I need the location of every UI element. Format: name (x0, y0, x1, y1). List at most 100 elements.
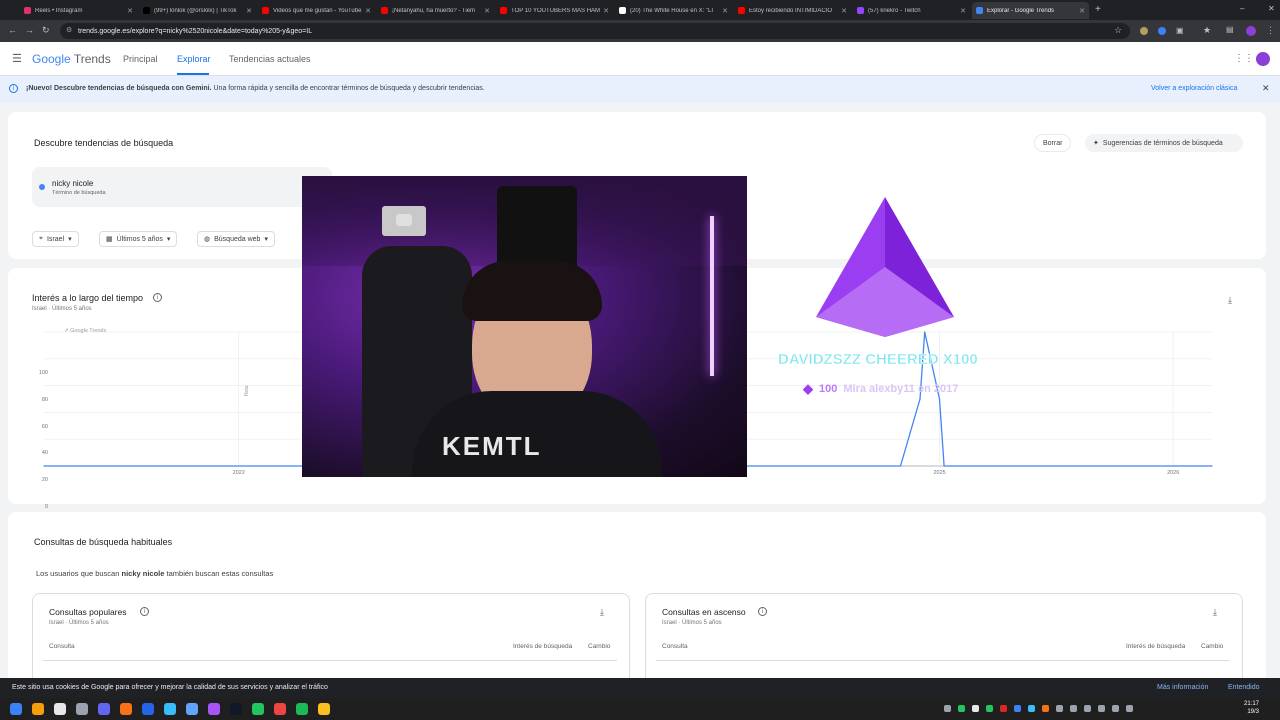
browser-tab[interactable]: (20) The White House en X: "LI ✕ (615, 2, 732, 19)
profile-avatar[interactable] (1246, 26, 1256, 36)
minimize-icon[interactable]: – (1240, 4, 1244, 13)
download-icon[interactable]: ⤓ (600, 607, 604, 618)
chart-note[interactable]: Nota (244, 385, 250, 396)
browser-tab[interactable]: Videos que me gustan - YouTube ✕ (258, 2, 375, 19)
bookmarks-icon[interactable]: ★ (1203, 25, 1211, 36)
taskbar-app-icon[interactable] (318, 703, 330, 715)
popular-queries-card: Consultas populares i Israel · Últimos 5… (32, 593, 630, 678)
tab-close-icon[interactable]: ✕ (603, 7, 609, 15)
site-info-icon[interactable]: ⚙ (66, 26, 72, 34)
more-info-link[interactable]: Más información (1157, 684, 1208, 691)
browser-tab[interactable]: ¡Netanyahu, ha muerto? - Tiem ✕ (377, 2, 494, 19)
browser-menu-icon[interactable]: ⋮ (1266, 25, 1275, 36)
rising-queries-card: Consultas en ascenso i Israel · Últimos … (645, 593, 1243, 678)
taskbar-app-icon[interactable] (252, 703, 264, 715)
light-bar (710, 216, 714, 376)
bookmark-star-icon[interactable]: ☆ (1114, 25, 1122, 36)
browser-tab[interactable]: (99+) lonlok (@orslolx) | TikTok ✕ (139, 2, 256, 19)
browser-tab[interactable]: (57) knekro - Twitch ✕ (853, 2, 970, 19)
back-icon[interactable]: ← (8, 25, 17, 35)
taskbar-app-icon[interactable] (54, 703, 66, 715)
tab-label: (20) The White House en X: "LI (630, 7, 714, 14)
browser-toolbar: ← → ↻ ⚙ trends.google.es/explore?q=nicky… (0, 20, 1280, 42)
chart-watermark: ↗ Google Trends (64, 328, 106, 334)
browser-tab[interactable]: TOP 10 YOUTUBERS MÁS HAM ✕ (496, 2, 613, 19)
tray-icon[interactable] (1056, 705, 1063, 712)
taskbar-app-icon[interactable] (32, 703, 44, 715)
taskbar-app-icon[interactable] (164, 703, 176, 715)
extension-icon[interactable] (1140, 27, 1148, 35)
column-change[interactable]: Cambio (588, 643, 610, 650)
taskbar-app-icon[interactable] (120, 703, 132, 715)
taskbar-app-icon[interactable] (296, 703, 308, 715)
reload-icon[interactable]: ↻ (42, 25, 50, 36)
tab-close-icon[interactable]: ✕ (1079, 7, 1085, 15)
column-change[interactable]: Cambio (1201, 643, 1223, 650)
accept-cookies-button[interactable]: Entendido (1228, 684, 1260, 691)
tab-favicon-icon (857, 7, 864, 14)
tab-close-icon[interactable]: ✕ (484, 7, 490, 15)
tray-icon[interactable] (944, 705, 951, 712)
info-icon[interactable]: i (758, 607, 767, 616)
extensions-puzzle-icon[interactable]: ▣ (1176, 26, 1184, 35)
browser-tab[interactable]: Estoy recibiendo INTIMIDACIO ✕ (734, 2, 851, 19)
system-clock[interactable]: 21:17 19/3 (1244, 700, 1259, 716)
cheer-alert-title: DAVIDZSZZ CHEERED X100 (778, 351, 978, 369)
taskbar-app-icon[interactable] (10, 703, 22, 715)
tab-close-icon[interactable]: ✕ (246, 7, 252, 15)
tray-icon[interactable] (1070, 705, 1077, 712)
taskbar-app-icon[interactable] (274, 703, 286, 715)
small-gem-icon: ◆ (803, 381, 813, 396)
taskbar-app-icon[interactable] (208, 703, 220, 715)
tab-close-icon[interactable]: ✕ (960, 7, 966, 15)
related-title: Consultas de búsqueda habituales (34, 537, 173, 547)
tray-icon[interactable] (972, 705, 979, 712)
tray-icon[interactable] (958, 705, 965, 712)
tray-icon[interactable] (1042, 705, 1049, 712)
webcam-overlay: KEMTL (302, 176, 747, 477)
y-tick-label: 60 (41, 423, 48, 430)
tray-icon[interactable] (1112, 705, 1119, 712)
forward-icon[interactable]: → (25, 25, 34, 35)
tab-close-icon[interactable]: ✕ (127, 7, 133, 15)
address-bar[interactable]: ⚙ trends.google.es/explore?q=nicky%2520n… (60, 23, 1130, 39)
side-panel-icon[interactable]: ▤ (1226, 25, 1234, 34)
taskbar-app-icon[interactable] (76, 703, 88, 715)
tab-close-icon[interactable]: ✕ (841, 7, 847, 15)
data-point (277, 465, 279, 467)
tray-icon[interactable] (1084, 705, 1091, 712)
tray-icon[interactable] (1028, 705, 1035, 712)
window-close-icon[interactable]: ✕ (1268, 4, 1275, 13)
rising-subtitle: Israel · Últimos 5 años (662, 620, 722, 626)
new-tab-button[interactable]: + (1095, 4, 1101, 15)
browser-tab[interactable]: Reels • Instagram ✕ (20, 2, 137, 19)
extension-icon[interactable] (1158, 27, 1166, 35)
browser-tab[interactable]: Explorar - Google Trends ✕ (972, 2, 1089, 19)
url-text: trends.google.es/explore?q=nicky%2520nic… (78, 27, 313, 35)
x-tick-label: 2025 (933, 470, 946, 476)
x-tick-label: 2026 (1167, 470, 1180, 476)
tray-icon[interactable] (1126, 705, 1133, 712)
tray-icon[interactable] (1014, 705, 1021, 712)
tab-close-icon[interactable]: ✕ (365, 7, 371, 15)
clock-time: 21:17 (1244, 701, 1260, 707)
taskbar-app-icon[interactable] (98, 703, 110, 715)
tray-icon[interactable] (1000, 705, 1007, 712)
tray-icon[interactable] (986, 705, 993, 712)
tab-close-icon[interactable]: ✕ (722, 7, 728, 15)
y-tick-label: 100 (38, 370, 48, 376)
streamer-hoodie: KEMTL (412, 391, 662, 477)
cookie-text: Este sitio usa cookies de Google para of… (12, 684, 328, 691)
tab-label: Reels • Instagram (35, 7, 83, 14)
data-point (977, 465, 980, 467)
taskbar-app-icon[interactable] (142, 703, 154, 715)
tab-favicon-icon (262, 7, 269, 14)
info-icon[interactable]: i (140, 607, 149, 616)
taskbar-app-icon[interactable] (186, 703, 198, 715)
taskbar-app-icon[interactable] (230, 703, 242, 715)
tab-favicon-icon (619, 7, 626, 14)
column-interest[interactable]: Interés de búsqueda (513, 643, 572, 650)
download-icon[interactable]: ⤓ (1213, 607, 1217, 618)
tray-icon[interactable] (1098, 705, 1105, 712)
column-interest[interactable]: Interés de búsqueda (1126, 643, 1185, 650)
